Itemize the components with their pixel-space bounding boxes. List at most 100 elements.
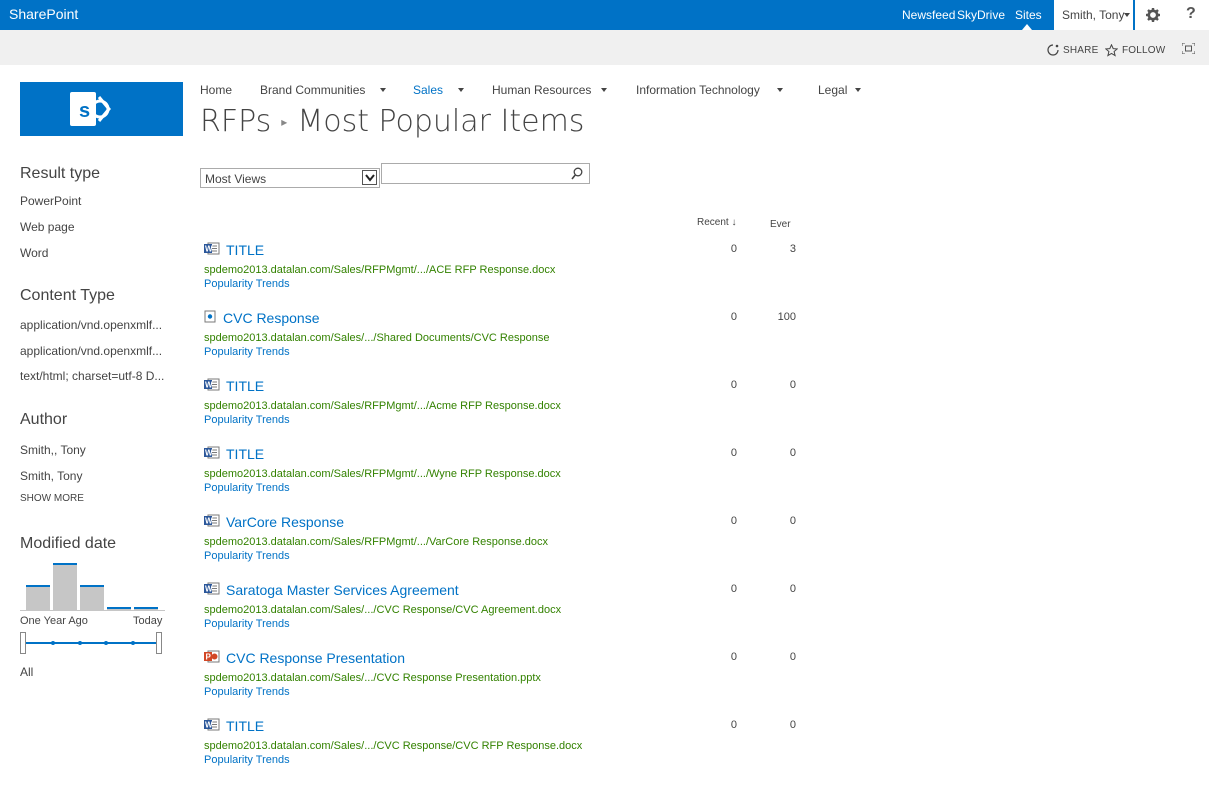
refiner-heading-modified-date: Modified date <box>20 535 117 552</box>
popularity-trends-link[interactable]: Popularity Trends <box>204 754 290 766</box>
result-title-link[interactable]: W TITLE <box>204 718 264 734</box>
chevron-down-icon[interactable] <box>855 88 861 92</box>
sites-link[interactable]: Sites <box>1015 8 1042 25</box>
result-recent-count: 0 <box>730 311 737 323</box>
nav-human-resources[interactable]: Human Resources <box>492 83 591 97</box>
share-label: SHARE <box>1063 44 1099 56</box>
result-title-link[interactable]: W VarCore Response <box>204 514 344 530</box>
column-header-ever[interactable]: Ever <box>770 219 791 230</box>
svg-text:W: W <box>205 517 213 526</box>
slider-tick <box>51 641 55 645</box>
result-title-link[interactable]: W Saratoga Master Services Agreement <box>204 582 459 598</box>
result-title-link[interactable]: W TITLE <box>204 242 264 258</box>
result-title-link[interactable]: W TITLE <box>204 446 264 462</box>
histogram-bar[interactable] <box>53 563 77 610</box>
refiner-item[interactable]: PowerPoint <box>20 194 81 208</box>
popularity-trends-link[interactable]: Popularity Trends <box>204 550 290 562</box>
help-icon: ? <box>1186 5 1196 22</box>
refiner-item[interactable]: Word <box>20 246 48 260</box>
slider-tick <box>104 641 108 645</box>
svg-text:W: W <box>205 585 213 594</box>
result-url[interactable]: spdemo2013.datalan.com/Sales/.../CVC Res… <box>204 604 561 616</box>
result-url[interactable]: spdemo2013.datalan.com/Sales/.../Shared … <box>204 332 549 344</box>
refiner-item[interactable]: application/vnd.openxmlf... <box>20 344 162 358</box>
chevron-down-icon[interactable] <box>777 88 783 92</box>
ribbon-row <box>0 30 1209 65</box>
result-url[interactable]: spdemo2013.datalan.com/Sales/.../CVC Res… <box>204 740 582 752</box>
page-title: RFPs ▸ Most Popular Items <box>200 104 584 139</box>
result-url[interactable]: spdemo2013.datalan.com/Sales/RFPMgmt/...… <box>204 400 561 412</box>
result-title: TITLE <box>226 718 265 734</box>
result-url[interactable]: spdemo2013.datalan.com/Sales/RFPMgmt/...… <box>204 468 561 480</box>
show-more-link[interactable]: SHOW MORE <box>20 493 84 504</box>
popularity-trends-link[interactable]: Popularity Trends <box>204 618 290 630</box>
user-name[interactable]: Smith, Tony <box>1062 8 1124 22</box>
histogram-baseline <box>20 610 165 611</box>
result-title: CVC Response <box>223 310 320 326</box>
popularity-trends-link[interactable]: Popularity Trends <box>204 278 290 290</box>
histogram-bar[interactable] <box>80 585 104 610</box>
svg-text:W: W <box>205 381 213 390</box>
refiner-heading-content-type: Content Type <box>20 287 115 304</box>
sharepoint-logo-icon: s <box>70 92 111 126</box>
popularity-trends-link[interactable]: Popularity Trends <box>204 482 290 494</box>
slider-handle-start[interactable] <box>20 632 26 654</box>
search-input[interactable] <box>381 163 590 184</box>
refiner-item[interactable]: Smith,, Tony <box>20 443 86 457</box>
share-button[interactable]: SHARE <box>1047 44 1098 56</box>
date-slider-track[interactable] <box>25 642 158 644</box>
result-ever-count: 3 <box>789 243 796 255</box>
refiner-item[interactable]: Web page <box>20 220 75 234</box>
suite-bar: SharePoint Newsfeed SkyDrive Sites <box>0 0 1209 30</box>
nav-sales[interactable]: Sales <box>413 83 443 97</box>
result-ever-count: 0 <box>789 447 796 459</box>
result-title: CVC Response Presentation <box>226 650 405 666</box>
result-url[interactable]: spdemo2013.datalan.com/Sales/RFPMgmt/...… <box>204 264 555 276</box>
date-range-end-label: Today <box>133 615 163 627</box>
chevron-down-icon[interactable] <box>601 88 607 92</box>
refiner-heading-result-type: Result type <box>20 165 101 182</box>
nav-brand-communities[interactable]: Brand Communities <box>260 83 365 97</box>
skydrive-link[interactable]: SkyDrive <box>957 8 1005 22</box>
popularity-trends-link[interactable]: Popularity Trends <box>204 414 290 426</box>
suite-brand[interactable]: SharePoint <box>9 6 78 22</box>
help-button[interactable]: ? <box>1171 0 1209 30</box>
chevron-down-icon[interactable] <box>380 88 386 92</box>
result-icon <box>204 310 217 326</box>
newsfeed-link[interactable]: Newsfeed <box>902 8 955 22</box>
user-chevron-down-icon[interactable] <box>1124 13 1130 17</box>
refiner-heading-author: Author <box>20 411 68 428</box>
result-title-link[interactable]: CVC Response <box>204 310 320 326</box>
result-url[interactable]: spdemo2013.datalan.com/Sales/RFPMgmt/...… <box>204 536 548 548</box>
word-file-icon: W <box>204 582 220 595</box>
breadcrumb-site[interactable]: RFPs <box>200 104 271 139</box>
result-url[interactable]: spdemo2013.datalan.com/Sales/.../CVC Res… <box>204 672 541 684</box>
nav-home[interactable]: Home <box>200 83 232 97</box>
column-header-recent[interactable]: Recent ↓ <box>697 217 736 228</box>
nav-legal[interactable]: Legal <box>818 83 847 97</box>
word-file-icon: W <box>204 514 220 527</box>
refiner-item[interactable]: application/vnd.openxmlf... <box>20 318 162 332</box>
dropdown-arrow[interactable] <box>362 170 377 185</box>
refiner-item[interactable]: Smith, Tony <box>20 469 82 483</box>
focus-content-icon[interactable] <box>1182 43 1195 54</box>
popularity-trends-link[interactable]: Popularity Trends <box>204 346 290 358</box>
settings-button[interactable] <box>1135 0 1171 30</box>
nav-information-technology[interactable]: Information Technology <box>636 83 760 97</box>
result-title-link[interactable]: W TITLE <box>204 378 264 394</box>
result-ever-count: 0 <box>789 583 796 595</box>
result-recent-count: 0 <box>730 515 737 527</box>
result-icon: W <box>204 514 220 530</box>
popularity-trends-link[interactable]: Popularity Trends <box>204 686 290 698</box>
result-title-link[interactable]: P CVC Response Presentation <box>204 650 405 666</box>
search-icon[interactable] <box>571 167 583 180</box>
refiner-item[interactable]: text/html; charset=utf-8 D... <box>20 369 164 383</box>
result-recent-count: 0 <box>730 719 737 731</box>
slider-handle-end[interactable] <box>156 632 162 654</box>
sort-dropdown[interactable]: Most Views <box>200 168 380 188</box>
chevron-down-icon[interactable] <box>458 88 464 92</box>
site-logo[interactable]: s <box>20 82 183 136</box>
chevron-down-icon <box>365 174 375 182</box>
histogram-bar[interactable] <box>26 585 50 610</box>
follow-button[interactable]: FOLLOW <box>1105 44 1165 57</box>
